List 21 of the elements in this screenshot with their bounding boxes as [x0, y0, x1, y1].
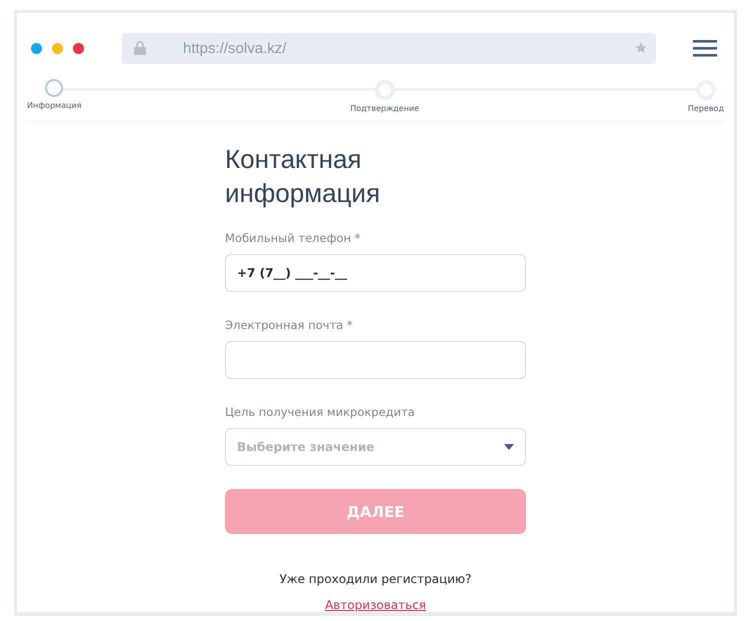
step-label: Подтверждение [350, 104, 420, 113]
window-dot-icon[interactable] [31, 42, 42, 54]
field-label: Мобильный телефон * [225, 231, 362, 245]
address-bar[interactable]: https://solva.kz/ [122, 32, 656, 64]
window-dot-icon[interactable] [52, 42, 63, 54]
input-field[interactable]: +7 (7__) ___-__-__ [225, 254, 526, 292]
input-field[interactable] [225, 341, 526, 379]
step-label: Информация [27, 100, 82, 110]
field-label: Электронная почта * [225, 318, 354, 332]
field-label: Цель получения микрокредита [225, 405, 416, 419]
login-prompt: Уже проходили регистрацию? [278, 572, 473, 586]
lock-icon [134, 41, 146, 56]
form-title: Контактная информация [225, 143, 382, 210]
caret-icon [504, 444, 514, 450]
menu-icon[interactable] [693, 40, 717, 57]
dropdown[interactable]: Выберите значение [225, 428, 526, 466]
login-link[interactable]: Авторизоваться [324, 598, 426, 612]
window-dot-icon[interactable] [73, 42, 84, 54]
star-icon[interactable] [634, 41, 648, 56]
url-text: https://solva.kz/ [183, 40, 288, 57]
step-label: Перевод [688, 104, 724, 113]
